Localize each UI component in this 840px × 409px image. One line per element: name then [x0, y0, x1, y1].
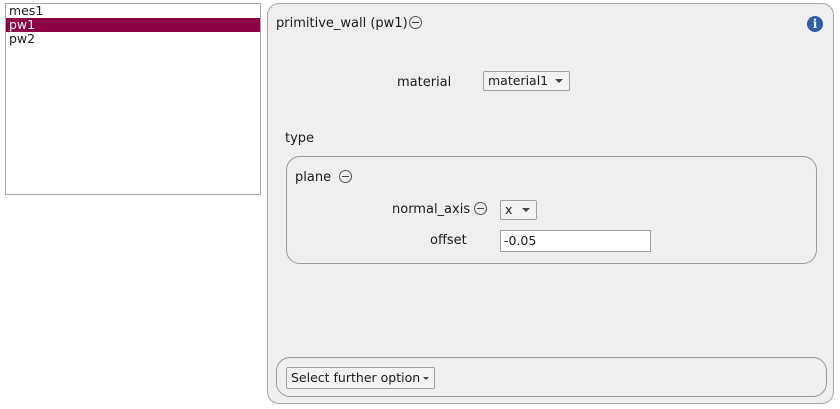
- chevron-down-icon: [555, 79, 563, 83]
- chevron-down-icon: [423, 377, 430, 380]
- further-options-group: Select further option: [276, 357, 827, 397]
- list-item-pw2[interactable]: pw2: [6, 32, 260, 46]
- normal-axis-value: x: [505, 202, 513, 217]
- material-label: material: [397, 75, 452, 90]
- offset-label: offset: [430, 233, 467, 248]
- chevron-down-icon: [522, 208, 530, 212]
- properties-panel: primitive_wall (pw1) i material material…: [267, 3, 834, 404]
- material-select[interactable]: material1: [483, 71, 570, 91]
- object-list[interactable]: mes1 pw1 pw2: [5, 3, 261, 195]
- type-label: type: [285, 131, 315, 146]
- list-item-mes1[interactable]: mes1: [6, 4, 260, 18]
- select-further-option-label: Select further option: [291, 370, 421, 385]
- panel-title: primitive_wall (pw1): [276, 16, 408, 31]
- info-icon[interactable]: i: [807, 16, 823, 32]
- material-select-value: material1: [488, 73, 549, 88]
- remove-object-button[interactable]: [409, 16, 422, 29]
- remove-normal-axis-button[interactable]: [474, 202, 487, 215]
- normal-axis-label: normal_axis: [392, 202, 471, 217]
- normal-axis-select[interactable]: x: [500, 200, 537, 220]
- offset-input[interactable]: -0.05: [500, 230, 651, 252]
- select-further-option-button[interactable]: Select further option: [286, 367, 436, 389]
- remove-plane-button[interactable]: [339, 170, 352, 183]
- plane-group: plane normal_axis x offset -0.05: [286, 156, 817, 264]
- list-item-pw1[interactable]: pw1: [6, 18, 260, 32]
- plane-title: plane: [295, 170, 332, 185]
